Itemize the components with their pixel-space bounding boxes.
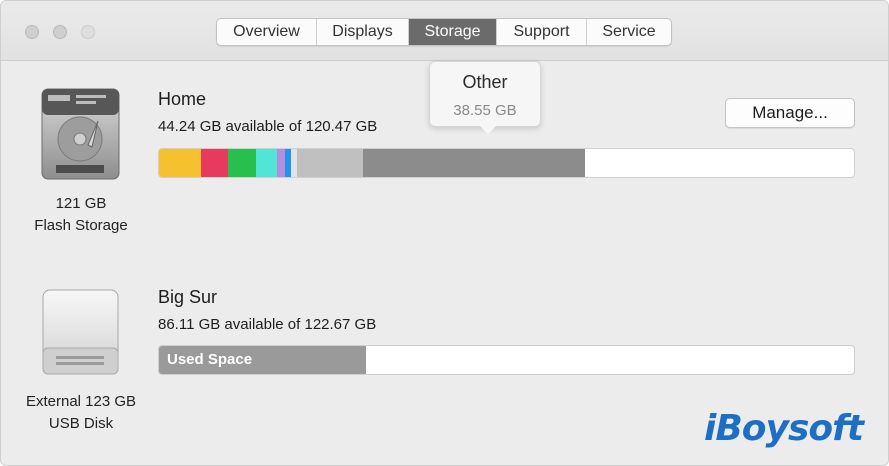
storage-segment[interactable] <box>362 149 585 177</box>
storage-segment[interactable] <box>228 149 257 177</box>
volume-available: 86.11 GB available of 122.67 GB <box>158 316 377 333</box>
manage-button[interactable]: Manage... <box>725 98 855 128</box>
disk-caption: External 123 GB USB Disk <box>1 391 161 435</box>
storage-segment[interactable] <box>296 149 363 177</box>
about-this-mac-window: Overview Displays Storage Support Servic… <box>0 0 889 466</box>
tooltip-arrow <box>479 125 497 134</box>
disk-size: External 123 GB <box>25 393 137 410</box>
tab-service[interactable]: Service <box>587 19 671 45</box>
hard-drive-icon <box>41 88 120 180</box>
storage-segment[interactable] <box>159 149 201 177</box>
storage-usage-bar[interactable]: Used Space <box>158 345 855 375</box>
minimize-button[interactable] <box>53 25 67 39</box>
volume-name: Home <box>158 89 207 109</box>
disk-type: USB Disk <box>48 415 114 432</box>
close-button[interactable] <box>25 25 39 39</box>
disk-caption: 121 GB Flash Storage <box>1 193 161 237</box>
category-tooltip: Other 38.55 GB <box>429 61 541 127</box>
tab-displays[interactable]: Displays <box>317 19 409 45</box>
tooltip-value: 38.55 GB <box>453 102 517 119</box>
tab-support[interactable]: Support <box>497 19 587 45</box>
usb-disk-icon <box>42 289 119 375</box>
zoom-button[interactable] <box>81 25 95 39</box>
volume-name: Big Sur <box>158 287 218 307</box>
tab-overview[interactable]: Overview <box>217 19 317 45</box>
storage-segment[interactable] <box>256 149 278 177</box>
iboysoft-watermark-logo: iBoysoft <box>704 408 864 449</box>
tooltip-title: Other <box>462 72 508 92</box>
used-space-segment[interactable]: Used Space <box>159 346 367 374</box>
disk-type: Flash Storage <box>34 217 128 234</box>
used-space-label: Used Space <box>167 351 253 368</box>
storage-usage-bar[interactable] <box>158 148 855 178</box>
volume-available: 44.24 GB available of 120.47 GB <box>158 118 378 135</box>
storage-segment[interactable] <box>200 149 229 177</box>
tab-storage[interactable]: Storage <box>409 19 497 45</box>
disk-size: 121 GB <box>55 195 107 212</box>
storage-segment[interactable] <box>277 149 286 177</box>
tab-bar: Overview Displays Storage Support Servic… <box>216 18 672 46</box>
title-bar: Overview Displays Storage Support Servic… <box>1 1 888 61</box>
